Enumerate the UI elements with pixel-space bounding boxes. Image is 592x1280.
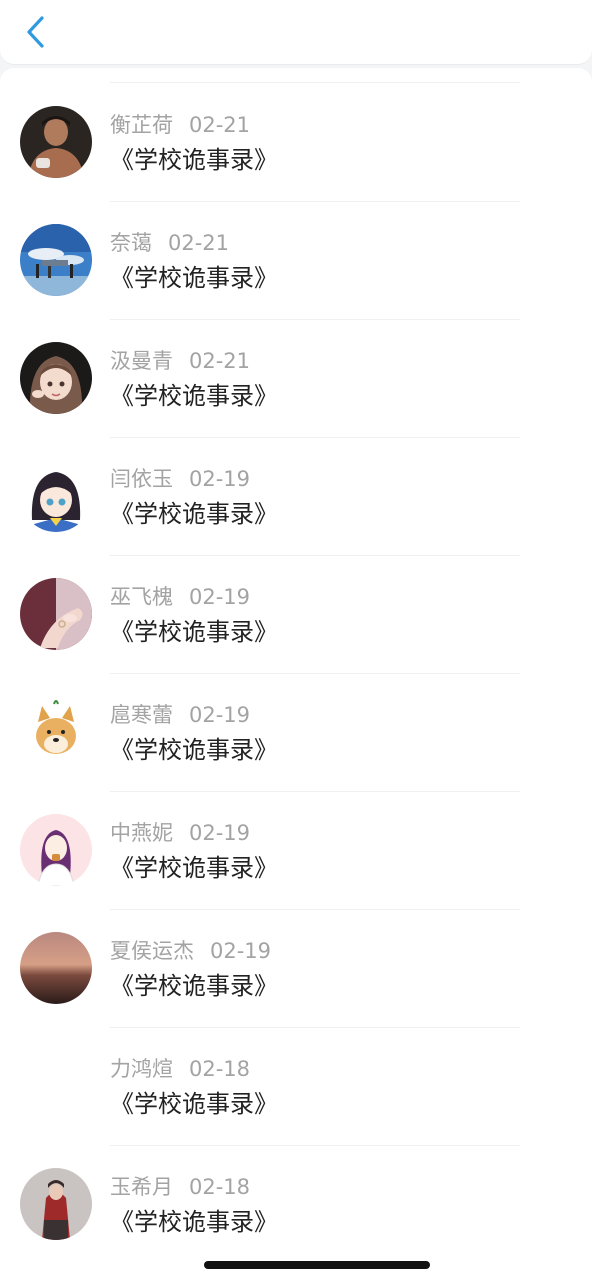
comment-date: 02-19 [189,821,251,845]
avatar[interactable] [20,932,92,1004]
user-name[interactable]: 巫飞槐 [110,585,173,609]
comment-list: 衡芷荷 02-21 《学校诡事录》 奈蔼 02-21 《学校诡事录》 汲曼青 0… [0,84,592,1264]
comment-title[interactable]: 《学校诡事录》 [110,970,278,1002]
top-bar [0,0,592,64]
comment-date: 02-19 [189,703,251,727]
list-item[interactable]: 夏侯运杰 02-19 《学校诡事录》 [0,910,592,1028]
user-name[interactable]: 汲曼青 [110,349,173,373]
comment-title[interactable]: 《学校诡事录》 [110,498,278,530]
comment-meta: 力鸿煊 02-18 [110,1056,250,1082]
comment-meta: 夏侯运杰 02-19 [110,938,271,964]
list-item[interactable]: 闫依玉 02-19 《学校诡事录》 [0,438,592,556]
user-name[interactable]: 力鸿煊 [110,1057,173,1081]
comment-date: 02-21 [189,113,251,137]
comment-title[interactable]: 《学校诡事录》 [110,1088,278,1120]
comment-meta: 扈寒蕾 02-19 [110,702,250,728]
comment-meta: 巫飞槐 02-19 [110,584,250,610]
list-item[interactable]: 玉希月 02-18 《学校诡事录》 [0,1146,592,1264]
comment-title[interactable]: 《学校诡事录》 [110,734,278,766]
user-name[interactable]: 夏侯运杰 [110,939,194,963]
user-name[interactable]: 中燕妮 [110,821,173,845]
list-item[interactable]: 汲曼青 02-21 《学校诡事录》 [0,320,592,438]
list-item[interactable]: 奈蔼 02-21 《学校诡事录》 [0,202,592,320]
comment-date: 02-18 [189,1175,251,1199]
comment-title[interactable]: 《学校诡事录》 [110,616,278,648]
list-item[interactable]: 中燕妮 02-19 《学校诡事录》 [0,792,592,910]
comment-meta: 汲曼青 02-21 [110,348,250,374]
comment-meta: 中燕妮 02-19 [110,820,250,846]
comment-date: 02-19 [210,939,272,963]
comment-meta: 闫依玉 02-19 [110,466,250,492]
comment-title[interactable]: 《学校诡事录》 [110,144,278,176]
avatar[interactable] [20,578,92,650]
user-name[interactable]: 衡芷荷 [110,113,173,137]
comment-title[interactable]: 《学校诡事录》 [110,380,278,412]
user-name[interactable]: 奈蔼 [110,231,152,255]
user-name[interactable]: 闫依玉 [110,467,173,491]
avatar[interactable] [20,696,92,768]
list-item[interactable]: 扈寒蕾 02-19 《学校诡事录》 [0,674,592,792]
divider [110,82,520,83]
comment-date: 02-19 [189,585,251,609]
back-button[interactable] [16,10,56,54]
comment-title[interactable]: 《学校诡事录》 [110,1206,278,1238]
comment-date: 02-18 [189,1057,251,1081]
avatar[interactable] [20,814,92,886]
comment-meta: 衡芷荷 02-21 [110,112,250,138]
avatar[interactable] [20,1168,92,1240]
comment-meta: 奈蔼 02-21 [110,230,229,256]
avatar[interactable] [20,460,92,532]
list-item[interactable]: 力鸿煊 02-18 《学校诡事录》 [0,1028,592,1146]
user-name[interactable]: 扈寒蕾 [110,703,173,727]
comment-title[interactable]: 《学校诡事录》 [110,852,278,884]
avatar[interactable] [20,106,92,178]
user-name[interactable]: 玉希月 [110,1175,173,1199]
comment-title[interactable]: 《学校诡事录》 [110,262,278,294]
comment-date: 02-21 [189,349,251,373]
comment-date: 02-19 [189,467,251,491]
comment-list-panel: 衡芷荷 02-21 《学校诡事录》 奈蔼 02-21 《学校诡事录》 汲曼青 0… [0,68,592,1280]
list-item[interactable]: 巫飞槐 02-19 《学校诡事录》 [0,556,592,674]
chevron-left-icon [27,16,44,48]
avatar[interactable] [20,224,92,296]
comment-meta: 玉希月 02-18 [110,1174,250,1200]
list-item[interactable]: 衡芷荷 02-21 《学校诡事录》 [0,84,592,202]
home-indicator[interactable] [204,1261,430,1269]
comment-date: 02-21 [168,231,230,255]
avatar[interactable] [20,342,92,414]
